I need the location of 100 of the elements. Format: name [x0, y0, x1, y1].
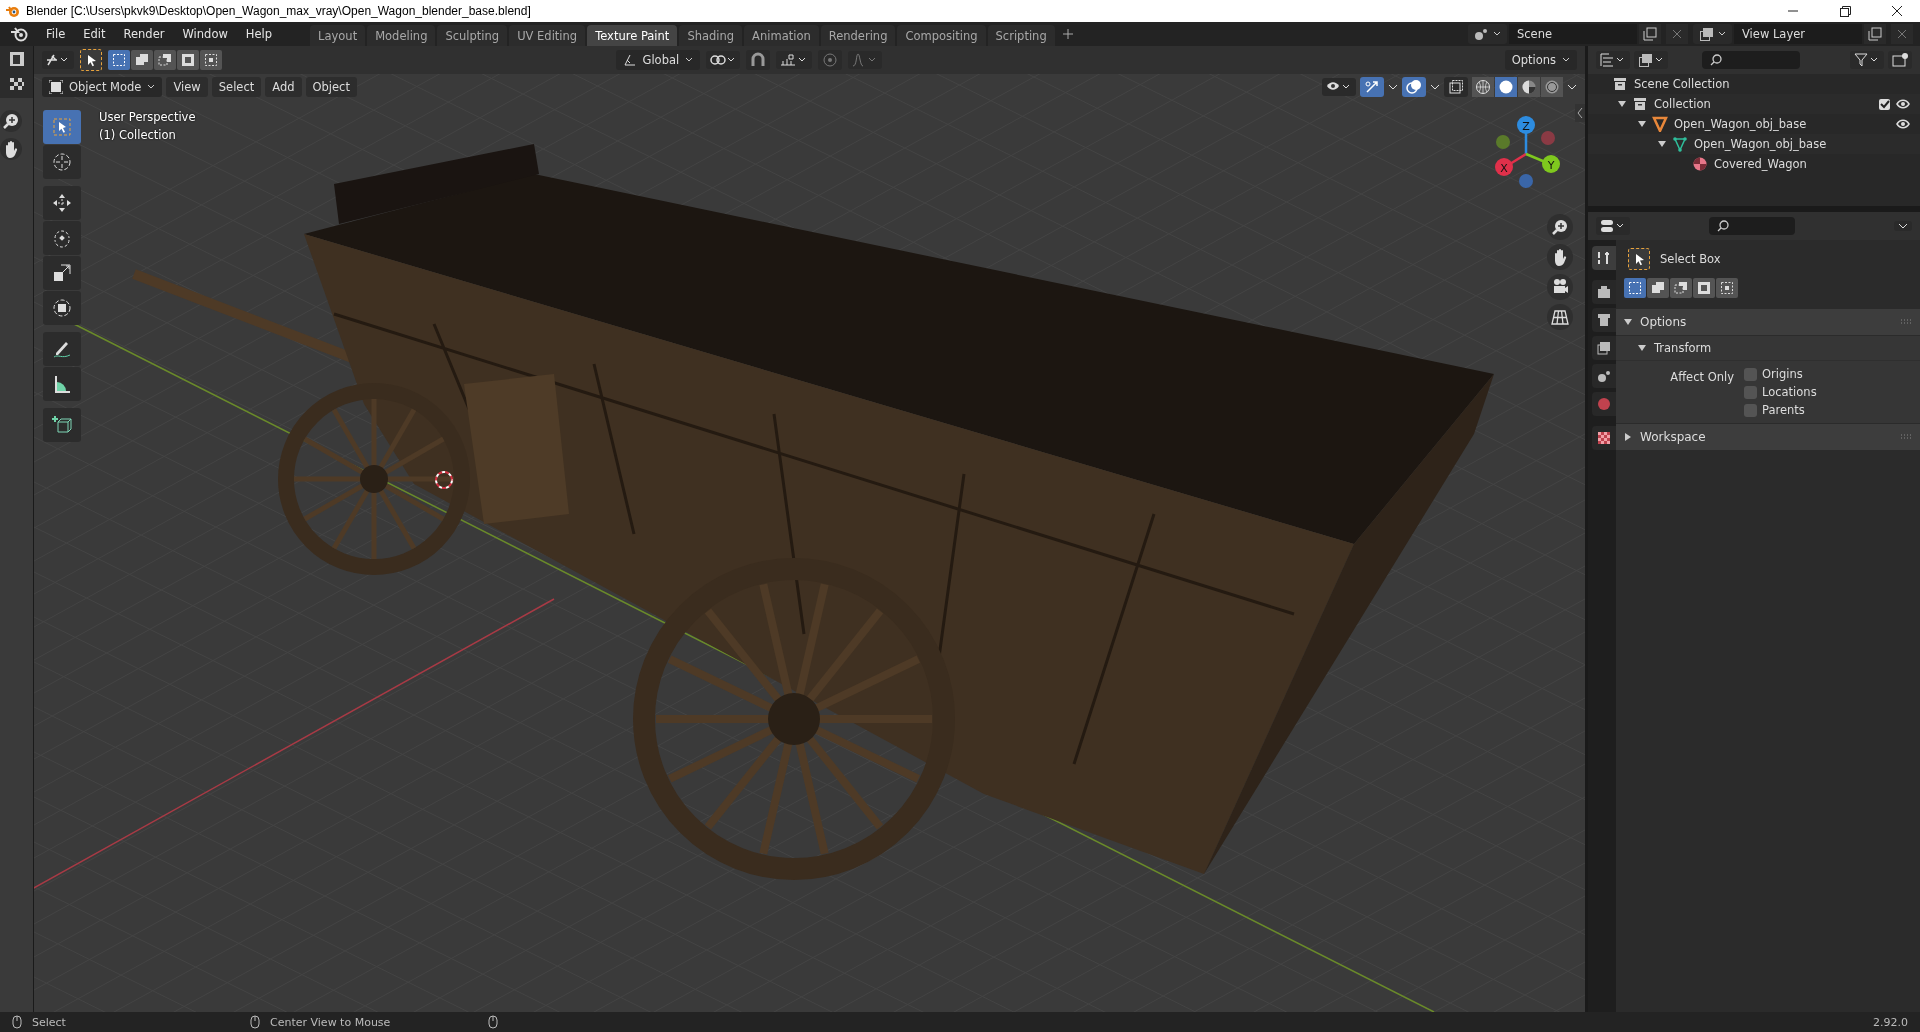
overlays-button[interactable] — [1402, 77, 1426, 97]
select-mode-button[interactable] — [1670, 278, 1692, 298]
scene-selector[interactable] — [1468, 24, 1507, 44]
workspace-tab[interactable]: Modeling — [367, 24, 436, 47]
remove-button[interactable] — [1666, 24, 1688, 44]
options-dropdown[interactable]: Options — [1504, 50, 1577, 70]
workspace-tab[interactable]: Animation — [744, 24, 819, 47]
tool-properties-tab[interactable] — [1592, 246, 1616, 270]
viewport-menu[interactable]: Add — [265, 77, 302, 97]
caret-icon[interactable] — [1388, 84, 1398, 90]
exclude-checkbox[interactable] — [1879, 98, 1890, 110]
snap-button[interactable] — [746, 50, 771, 70]
workspace-tab[interactable]: Rendering — [820, 24, 896, 47]
view-layer-field[interactable]: View Layer — [1734, 24, 1862, 44]
pivot-point-button[interactable] — [706, 51, 741, 69]
panel-title[interactable]: Workspace — [1640, 430, 1706, 444]
select-mode-button[interactable] — [1693, 278, 1715, 298]
menu-item[interactable]: File — [38, 24, 74, 44]
disclosure-triangle-icon[interactable] — [1624, 318, 1632, 326]
checkbox[interactable] — [1744, 385, 1757, 399]
measure-tool-button[interactable] — [43, 367, 81, 401]
xray-button[interactable] — [1444, 77, 1468, 97]
search-field[interactable] — [1709, 217, 1795, 235]
viewport-menu[interactable]: Object — [305, 77, 357, 97]
remove-button[interactable] — [1891, 24, 1913, 44]
workspace-tab[interactable]: Scripting — [987, 24, 1055, 47]
select-mode-button[interactable] — [177, 50, 199, 70]
filter-button[interactable] — [1850, 51, 1884, 69]
editor-type-button[interactable] — [42, 51, 74, 69]
view-layer-button[interactable] — [1634, 51, 1668, 69]
snap-target-button[interactable] — [776, 51, 813, 69]
select-tool-button[interactable] — [43, 110, 81, 144]
falloff-button[interactable] — [848, 51, 883, 69]
select-mode-button[interactable] — [108, 50, 130, 70]
add-cube-tool-button[interactable] — [43, 408, 81, 442]
new-scene-button[interactable] — [1639, 24, 1661, 44]
display-mode-button[interactable] — [1596, 51, 1630, 69]
menu-item[interactable]: Help — [237, 24, 281, 44]
axis-handle[interactable] — [1525, 152, 1560, 173]
panel-header[interactable]: Workspace — [1616, 423, 1920, 450]
outliner-item[interactable]: Open_Wagon_obj_base — [1694, 137, 1827, 151]
viewport-menu[interactable]: View — [166, 77, 208, 97]
blender-logo-icon[interactable] — [10, 26, 28, 42]
outliner-item[interactable]: Collection — [1654, 97, 1711, 111]
workspace-tab[interactable]: UV Editing — [509, 24, 586, 47]
new-collection-button[interactable] — [1888, 51, 1912, 69]
disclosure-triangle-icon[interactable] — [1624, 433, 1632, 441]
outliner-item[interactable]: Scene Collection — [1634, 77, 1730, 91]
caret-icon[interactable] — [1567, 84, 1577, 90]
outliner-item[interactable]: Covered_Wagon — [1714, 157, 1807, 171]
active-tool-button[interactable] — [80, 49, 102, 71]
workspace-tab[interactable]: Compositing — [897, 24, 986, 47]
editor-type-button[interactable] — [1596, 217, 1630, 235]
menu-item[interactable]: Render — [115, 24, 173, 44]
panel-title[interactable]: Options — [1640, 315, 1687, 329]
axis-handle[interactable] — [1517, 116, 1535, 154]
new-view-layer-button[interactable] — [1864, 24, 1886, 44]
subpanel-title[interactable]: Transform — [1654, 341, 1712, 355]
scale-tool-button[interactable] — [43, 256, 81, 290]
options-button[interactable] — [1894, 221, 1912, 231]
select-mode-button[interactable] — [1624, 278, 1646, 298]
shading-mode-button[interactable] — [1495, 77, 1517, 97]
checkbox[interactable] — [1744, 403, 1757, 417]
output-properties-tab[interactable] — [1592, 308, 1616, 332]
disclosure-triangle-icon[interactable] — [1618, 100, 1626, 108]
orientation-dropdown[interactable]: Global — [615, 50, 701, 70]
select-mode-button[interactable] — [131, 50, 153, 70]
menu-item[interactable]: Edit — [75, 24, 114, 44]
transform-tool-button[interactable] — [43, 291, 81, 325]
checkbox-label[interactable]: Origins — [1762, 367, 1803, 381]
select-mode-button[interactable] — [1647, 278, 1669, 298]
scene-field[interactable]: Scene — [1509, 24, 1637, 44]
texture-properties-tab[interactable] — [1592, 426, 1616, 450]
checkbox-label[interactable]: Parents — [1762, 403, 1805, 417]
sidebar-toggle[interactable] — [1575, 104, 1585, 122]
mode-dropdown[interactable]: Object Mode — [42, 77, 163, 97]
rotate-tool-button[interactable] — [43, 221, 81, 255]
subpanel-header[interactable]: Transform — [1616, 335, 1920, 360]
select-mode-button[interactable] — [1716, 278, 1738, 298]
disclosure-triangle-icon[interactable] — [1638, 344, 1646, 352]
disclosure-triangle-icon[interactable] — [1638, 120, 1646, 128]
shading-mode-button[interactable] — [1518, 77, 1540, 97]
scene-properties-tab[interactable] — [1592, 364, 1616, 388]
shading-mode-button[interactable] — [1541, 77, 1563, 97]
checker-icon[interactable] — [8, 77, 25, 93]
checkbox[interactable] — [1744, 367, 1757, 381]
workspace-tab[interactable]: Shading — [679, 24, 743, 47]
drag-handle-icon[interactable] — [1900, 319, 1912, 325]
axis-handle[interactable] — [1519, 174, 1533, 188]
search-field[interactable] — [1702, 51, 1800, 69]
axis-handle[interactable] — [1496, 135, 1510, 149]
menu-item[interactable]: Window — [174, 24, 236, 44]
annotate-tool-button[interactable] — [43, 332, 81, 366]
shading-mode-button[interactable] — [1472, 77, 1494, 97]
view-layer-selector[interactable] — [1693, 24, 1732, 44]
visibility-button[interactable] — [1322, 78, 1356, 96]
axis-handle[interactable] — [1495, 152, 1527, 176]
outliner-item[interactable]: Open_Wagon_obj_base — [1674, 117, 1807, 131]
render-properties-tab[interactable] — [1592, 280, 1616, 304]
workspace-tab[interactable]: Layout — [310, 24, 366, 47]
